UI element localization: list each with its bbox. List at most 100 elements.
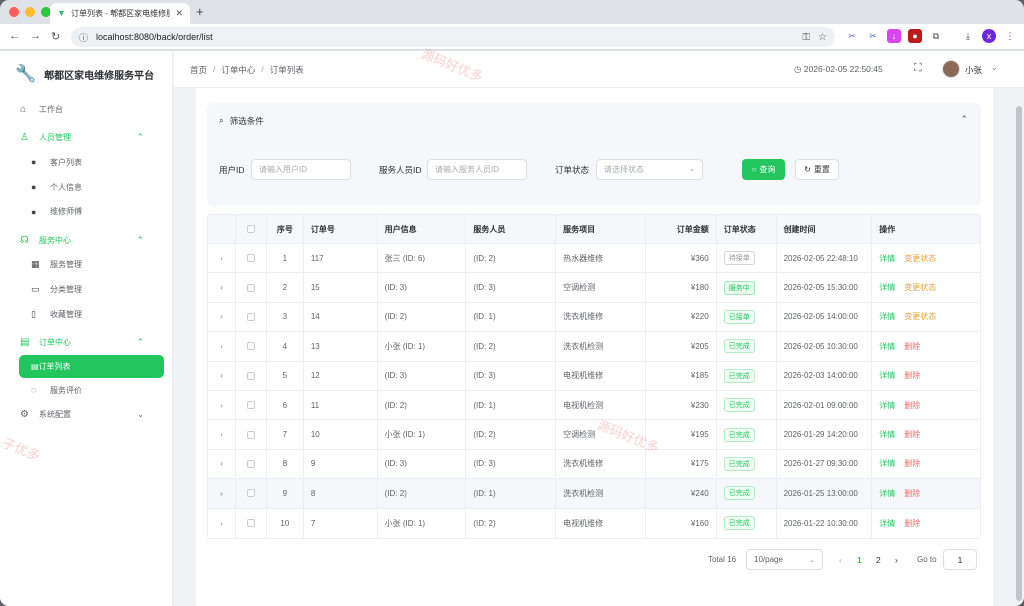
breadcrumb-home[interactable]: 首页 [190, 64, 207, 76]
table-row[interactable]: › 8 9 (ID: 3) (ID: 3) 洗衣机维修 ¥175 已完成 2026-01-27 … [208, 449, 980, 480]
detail-link[interactable]: 详情 [879, 370, 895, 381]
detail-link[interactable]: 详情 [879, 488, 895, 499]
table-row[interactable]: › 9 8 (ID: 2) (ID: 1) 洗衣机检测 ¥240 已完成 2026-01-25 … [208, 479, 980, 509]
delete-link[interactable]: 删除 [904, 458, 920, 469]
row-checkbox[interactable] [246, 312, 255, 321]
chevron-right-icon[interactable]: › [220, 401, 223, 410]
new-tab-button[interactable]: + [196, 4, 204, 19]
row-checkbox[interactable] [246, 283, 255, 292]
delete-link[interactable]: 删除 [904, 370, 920, 381]
chevron-right-icon[interactable]: › [220, 371, 223, 380]
next-page-icon[interactable]: › [895, 549, 898, 570]
download-extension-icon[interactable]: ↓ [887, 29, 901, 43]
avatar-extension-icon[interactable]: ● [908, 29, 922, 43]
browser-menu-icon[interactable]: ⋮ [1003, 29, 1017, 43]
row-checkbox[interactable] [246, 459, 255, 468]
row-checkbox[interactable] [246, 401, 255, 410]
table-row[interactable]: › 10 7 小张 (ID: 1) (ID: 2) 电视机维修 ¥160 已完成 2026-01… [208, 508, 980, 538]
site-info-icon[interactable]: ⓘ [79, 31, 88, 44]
change-status-link[interactable]: 变更状态 [904, 311, 936, 322]
table-row[interactable]: › 5 12 (ID: 3) (ID: 3) 电视机维修 ¥185 已完成 2026-02-03… [208, 361, 980, 391]
address-bar[interactable]: ⓘ localhost:8080/back/order/list ⚿ ☆ [71, 27, 835, 47]
delete-link[interactable]: 删除 [904, 341, 920, 352]
browser-tab[interactable]: ▼ 订单列表 - 郫都区家电维修服务 ✕ [50, 3, 190, 24]
detail-link[interactable]: 详情 [879, 311, 895, 322]
row-checkbox[interactable] [246, 342, 255, 351]
detail-link[interactable]: 详情 [879, 341, 895, 352]
sidebar-item-7[interactable]: ▭ 分类管理 [0, 277, 172, 302]
table-row[interactable]: › 1 117 张三 (ID: 6) (ID: 2) 热水器维修 ¥360 待接单 2026-0… [208, 244, 980, 274]
detail-link[interactable]: 详情 [879, 518, 895, 529]
fullscreen-icon[interactable]: ⛶ [914, 62, 922, 75]
breadcrumb-order-center[interactable]: 订单中心 [221, 64, 255, 76]
detail-link[interactable]: 详情 [879, 458, 895, 469]
delete-link[interactable]: 删除 [904, 429, 920, 440]
row-checkbox[interactable] [246, 489, 255, 498]
chevron-up-icon[interactable]: ⌃ [960, 114, 968, 125]
avatar[interactable] [942, 60, 960, 78]
delete-link[interactable]: 删除 [904, 518, 920, 529]
scissors-extension-icon[interactable]: ✂ [845, 29, 859, 43]
row-checkbox[interactable] [246, 519, 255, 528]
chevron-down-icon[interactable]: ⌄ [991, 63, 998, 72]
delete-link[interactable]: 删除 [904, 400, 920, 411]
staff-id-input[interactable]: 请输入服务人员ID [427, 159, 527, 180]
reset-button[interactable]: ↻ 重置 [795, 159, 839, 180]
chevron-right-icon[interactable]: › [220, 283, 223, 292]
close-window-button[interactable] [9, 7, 19, 17]
cut-extension-icon[interactable]: ✂ [866, 29, 880, 43]
status-select[interactable]: 请选择状态 ⌄ [596, 159, 703, 180]
profile-icon[interactable]: x [982, 29, 996, 43]
goto-page-input[interactable]: 1 [943, 549, 977, 570]
chevron-right-icon[interactable]: › [220, 342, 223, 351]
sidebar-item-8[interactable]: ▯ 收藏管理 [0, 302, 172, 327]
back-icon[interactable]: ← [9, 30, 20, 42]
delete-link[interactable]: 删除 [904, 488, 920, 499]
chevron-right-icon[interactable]: › [220, 430, 223, 439]
chevron-right-icon[interactable]: › [220, 459, 223, 468]
detail-link[interactable]: 详情 [879, 253, 895, 264]
detail-link[interactable]: 详情 [879, 429, 895, 440]
page-1-button[interactable]: 1 [857, 549, 862, 570]
row-checkbox[interactable] [246, 430, 255, 439]
close-tab-icon[interactable]: ✕ [175, 8, 183, 19]
row-checkbox[interactable] [246, 371, 255, 380]
sidebar-item-4[interactable]: ● 维修师傅 [0, 199, 172, 224]
table-row[interactable]: › 4 13 小张 (ID: 1) (ID: 2) 洗衣机检测 ¥205 已完成 2026-02… [208, 332, 980, 362]
extensions-puzzle-icon[interactable]: ⧉ [929, 29, 943, 43]
chevron-right-icon[interactable]: › [220, 489, 223, 498]
row-checkbox[interactable] [246, 254, 255, 263]
sidebar-item-6[interactable]: ▦ 服务管理 [0, 253, 172, 278]
sidebar-item-3[interactable]: ● 个人信息 [0, 175, 172, 200]
username[interactable]: 小张 [965, 64, 982, 76]
select-all-checkbox[interactable] [246, 225, 255, 233]
sidebar-group-12[interactable]: ⚙ 系统配置 ⌄ [0, 403, 172, 428]
sidebar-group-9[interactable]: ▤ 订单中心 ⌃ [0, 330, 172, 355]
bookmark-star-icon[interactable]: ☆ [818, 32, 827, 43]
change-status-link[interactable]: 变更状态 [904, 253, 936, 264]
sidebar-group-1[interactable]: ♙ 人员管理 ⌃ [0, 126, 172, 151]
page-2-button[interactable]: 2 [876, 549, 881, 570]
table-row[interactable]: › 3 14 (ID: 2) (ID: 1) 洗衣机维修 ¥220 已接单 2026-02-05… [208, 302, 980, 333]
detail-link[interactable]: 详情 [879, 282, 895, 293]
user-id-input[interactable]: 请输入用户ID [251, 159, 351, 180]
forward-icon[interactable]: → [30, 30, 41, 42]
downloads-icon[interactable]: ⤓ [961, 29, 975, 43]
chevron-right-icon[interactable]: › [220, 519, 223, 528]
detail-link[interactable]: 详情 [879, 400, 895, 411]
table-row[interactable]: › 2 15 (ID: 3) (ID: 3) 空调检测 ¥180 服务中 2026-02-05 … [208, 273, 980, 303]
scrollbar[interactable] [1016, 106, 1022, 601]
minimize-window-button[interactable] [25, 7, 35, 17]
change-status-link[interactable]: 变更状态 [904, 282, 936, 293]
sidebar-item-2[interactable]: ● 客户列表 [0, 150, 172, 175]
table-row[interactable]: › 7 10 小张 (ID: 1) (ID: 2) 空调检测 ¥195 已完成 2026-01-… [208, 420, 980, 450]
sidebar-item-10[interactable]: ▤ 订单列表 [19, 354, 164, 378]
query-button[interactable]: ○ 查询 [742, 159, 785, 180]
sidebar-item-0[interactable]: ⌂ 工作台 [0, 97, 172, 122]
page-size-select[interactable]: 10/page ⌄ [746, 549, 823, 570]
sidebar-item-11[interactable]: ◌ 服务评价 [0, 378, 172, 403]
sidebar-group-5[interactable]: ☊ 服务中心 ⌃ [0, 228, 172, 253]
key-icon[interactable]: ⚿ [802, 32, 810, 43]
table-row[interactable]: › 6 11 (ID: 2) (ID: 1) 电视机检测 ¥230 已完成 2026-02-01… [208, 390, 980, 421]
chevron-right-icon[interactable]: › [220, 254, 223, 263]
